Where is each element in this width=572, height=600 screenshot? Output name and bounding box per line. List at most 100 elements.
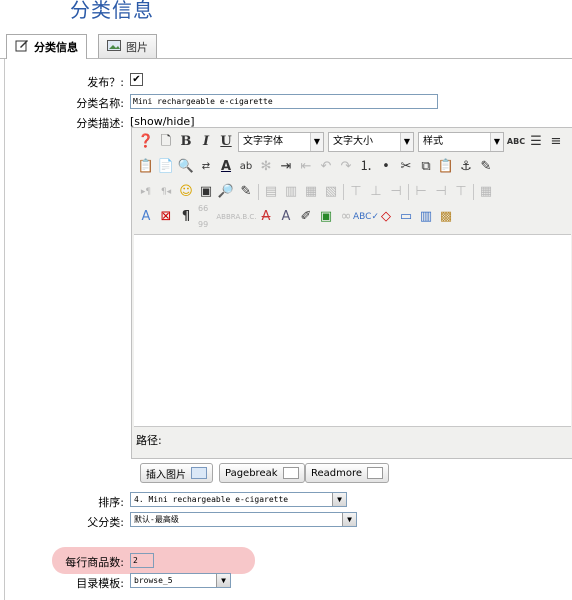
tab-images[interactable]: 图片 [98, 34, 157, 58]
cleanup-icon[interactable]: ✎ [478, 159, 494, 175]
font-size-select[interactable]: 文字大小 ▼ [328, 132, 414, 152]
code-icon[interactable]: ◇ [378, 209, 394, 225]
redo-icon[interactable]: ↷ [338, 159, 354, 175]
spell-icon[interactable]: ABC✓ [353, 209, 379, 225]
clean-icon[interactable]: ✻ [258, 159, 274, 175]
order-select[interactable]: 4. Mini rechargeable e-cigarette ▼ [130, 492, 347, 507]
tab-category-info[interactable]: 分类信息 [6, 34, 87, 59]
category-name-input[interactable]: Mini rechargeable e-cigarette [130, 94, 438, 109]
col-after-icon[interactable]: ⊣ [433, 184, 449, 200]
style-value: 样式 [423, 136, 443, 147]
paste-word-icon[interactable]: 📋 [138, 159, 154, 175]
ordered-list-icon[interactable]: ⒈ [358, 159, 374, 175]
category-desc-label: 分类描述: [76, 117, 124, 130]
paste-icon[interactable]: 📋 [438, 159, 454, 175]
toolbar-separator [473, 184, 474, 200]
unordered-list-icon[interactable]: • [378, 159, 394, 175]
pagebreak-icon [282, 467, 299, 479]
pilcrow-icon[interactable]: ¶ [178, 209, 194, 225]
publish-label: 发布？: [87, 76, 124, 89]
products-per-row-input[interactable]: 2 [130, 553, 154, 568]
merge-icon[interactable]: ▦ [303, 184, 319, 200]
highlight-color-icon[interactable]: ab [238, 159, 254, 175]
readmore-button[interactable]: Readmore [305, 463, 390, 483]
edit-icon [15, 39, 29, 55]
underline-icon[interactable]: U [218, 134, 234, 150]
image-icon [107, 39, 121, 54]
font-size-value: 文字大小 [333, 136, 373, 147]
visual-aid-icon[interactable]: ▩ [438, 209, 454, 225]
link-icon[interactable]: ∞ [338, 209, 354, 225]
anchor-icon[interactable]: ⚓ [458, 159, 474, 175]
media-icon[interactable]: ▣ [198, 184, 214, 200]
insert-row-icon[interactable]: ▤ [263, 184, 279, 200]
split-icon[interactable]: ▧ [323, 184, 339, 200]
ltr-icon[interactable]: ▸¶ [138, 184, 154, 200]
font-family-value: 文字字体 [243, 136, 283, 147]
justify-icon[interactable]: ☰ [528, 134, 544, 150]
order-label: 排序: [98, 496, 124, 509]
row-before-icon[interactable]: ⊤ [348, 184, 364, 200]
cut-icon[interactable]: ✂ [398, 159, 414, 175]
insert-image-button[interactable]: 插入图片 [140, 463, 213, 483]
category-name-label: 分类名称: [76, 97, 124, 110]
chevron-down-icon: ▼ [342, 513, 356, 526]
template-icon[interactable]: ▥ [418, 209, 434, 225]
emoticon-icon[interactable]: ☺ [178, 184, 194, 200]
template-label: 目录模板: [76, 577, 124, 590]
attributes-icon[interactable]: ✐ [298, 209, 314, 225]
new-document-icon[interactable]: 🗋 [158, 134, 174, 150]
readmore-icon [367, 467, 384, 479]
find-icon[interactable]: 🔍 [178, 159, 194, 175]
undo-icon[interactable]: ↶ [318, 159, 334, 175]
acronym-icon[interactable]: A.B.C. [235, 209, 256, 225]
nonbreaking-icon[interactable]: ⊠ [158, 209, 174, 225]
italic-icon[interactable]: I [198, 134, 214, 150]
rtl-icon[interactable]: ¶◂ [158, 184, 174, 200]
spellcheck-icon[interactable]: ABC [507, 134, 525, 150]
align-right-icon[interactable]: ≡ [548, 134, 564, 150]
template-select[interactable]: browse_5 ▼ [130, 573, 231, 588]
pagebreak-label: Pagebreak [225, 467, 278, 479]
outdent-icon[interactable]: ⇤ [298, 159, 314, 175]
tab-bar: 分类信息 图片 [0, 28, 572, 59]
toolbar-row-2: 📋 📄 🔍 ⇄ A ab ✻ ⇥ ⇤ ↶ ↷ ⒈ • ✂ ⧉ 📋 ⚓ ✎ [138, 155, 494, 179]
parent-select[interactable]: 默认-最高级 ▼ [130, 512, 357, 527]
edit-image-icon[interactable]: ✎ [238, 184, 254, 200]
row-after-icon[interactable]: ⊥ [368, 184, 384, 200]
strikethrough-icon[interactable]: A [258, 209, 274, 225]
publish-checkbox[interactable]: ✔ [130, 73, 143, 86]
delete-col-icon[interactable]: ⊤ [453, 184, 469, 200]
replace-icon[interactable]: ⇄ [198, 159, 214, 175]
insert-text-icon[interactable]: A [278, 209, 294, 225]
preview-icon[interactable]: 🔎 [218, 184, 234, 200]
bold-icon[interactable]: B [178, 134, 194, 150]
style-props-icon[interactable]: A [138, 209, 154, 225]
paste-text-icon[interactable]: 📄 [158, 159, 174, 175]
cite-icon[interactable]: 66 99 [198, 204, 214, 229]
pagebreak-button[interactable]: Pagebreak [219, 463, 305, 483]
editor-content-area[interactable] [134, 234, 571, 427]
table-icon[interactable]: ▦ [478, 184, 494, 200]
insert-col-icon[interactable]: ▥ [283, 184, 299, 200]
abbr-icon[interactable]: ABBR [216, 209, 235, 225]
delete-row-icon[interactable]: ⊣ [388, 184, 404, 200]
readmore-label: Readmore [311, 467, 363, 479]
page-title: 分类信息 [70, 0, 154, 22]
help-icon[interactable]: ❓ [138, 134, 154, 150]
font-family-select[interactable]: 文字字体 ▼ [238, 132, 324, 152]
toolbar-separator [343, 184, 344, 200]
font-color-icon[interactable]: A [218, 159, 234, 175]
style-select[interactable]: 样式 ▼ [418, 132, 504, 152]
copy-icon[interactable]: ⧉ [418, 159, 434, 175]
template-value: browse_5 [134, 576, 173, 585]
col-before-icon[interactable]: ⊢ [413, 184, 429, 200]
chevron-down-icon: ▼ [400, 133, 413, 151]
image-icon [191, 467, 207, 479]
products-per-row-label: 每行商品数: [65, 556, 124, 569]
image-insert-icon[interactable]: ▣ [318, 209, 334, 225]
indent-icon[interactable]: ⇥ [278, 159, 294, 175]
order-value: 4. Mini rechargeable e-cigarette [134, 495, 289, 504]
parent-label: 父分类: [87, 516, 124, 529]
layer-icon[interactable]: ▭ [398, 209, 414, 225]
